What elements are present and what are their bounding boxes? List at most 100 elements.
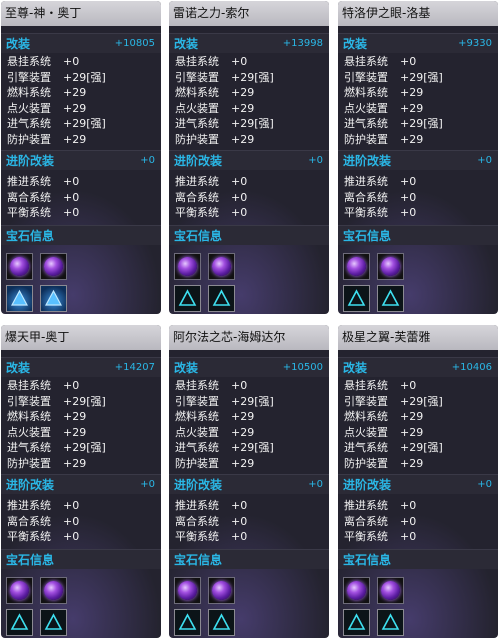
stat-name: 燃料系统 [7,410,51,423]
gem-slot[interactable] [343,285,370,312]
stat-row: 燃料系统 +29 [175,85,274,101]
stat-name: 进气系统 [7,117,51,130]
stat-value: +29[强] [400,441,443,454]
stat-row: 平衡系统 +0 [175,205,247,221]
vehicle-name: 阿尔法之芯-海姆达尔 [169,325,329,350]
empty-triangle-slot-icon [347,613,366,630]
stat-name: 燃料系统 [175,86,219,99]
stat-row: 离合系统 +0 [175,514,247,530]
stat-value: +29[强] [63,70,106,84]
stat-value: +29[强] [231,70,274,84]
stat-name: 平衡系统 [344,530,388,543]
stat-name: 进气系统 [344,441,388,454]
gem-slot[interactable] [208,577,235,604]
stat-name: 燃料系统 [175,410,219,423]
gem-slot[interactable] [208,609,235,636]
gem-slot[interactable] [377,577,404,604]
stat-value: +0 [63,190,80,204]
gem-slot[interactable] [6,609,33,636]
stat-value: +29[强] [400,70,443,84]
stat-value: +0 [400,206,417,219]
stat-name: 离合系统 [175,190,219,204]
stat-value: +0 [63,530,80,543]
gem-slot[interactable] [174,253,201,280]
stat-row: 推进系统 +0 [7,174,79,190]
stat-name: 悬挂系统 [344,379,388,392]
gem-slot[interactable] [377,253,404,280]
purple-gem-icon [178,581,197,600]
stat-value: +0 [400,499,417,512]
gem-slot[interactable] [6,577,33,604]
stat-value: +0 [231,206,248,219]
stat-name: 平衡系统 [7,530,51,543]
blue-crystal-icon [7,286,32,311]
advanced-total-value: +0 [140,479,155,490]
stat-row: 推进系统 +0 [175,174,247,190]
stat-row: 点火装置 +29 [344,425,443,441]
gem-slot[interactable] [40,577,67,604]
stat-value: +0 [231,55,248,68]
stat-row: 平衡系统 +0 [344,205,416,221]
stat-name: 防护装置 [7,456,51,470]
stat-row: 平衡系统 +0 [7,205,79,221]
modify-total-value: +13998 [282,38,323,49]
stat-row: 平衡系统 +0 [344,529,416,545]
modify-stats-list: 悬挂系统 +0 引擎装置 +29[强] 燃料系统 +29 点火装置 +29 进气系统 +29[强]… [175,378,274,471]
stat-name: 进气系统 [175,441,219,454]
stat-name: 防护装置 [344,132,388,146]
stat-name: 点火装置 [7,425,51,439]
gem-slot[interactable] [6,253,33,280]
advanced-total-value: +0 [140,155,155,166]
stat-name: 悬挂系统 [7,379,51,392]
gem-slot[interactable] [343,577,370,604]
stat-name: 悬挂系统 [175,379,219,392]
gem-slot[interactable] [40,253,67,280]
gem-slot[interactable] [208,285,235,312]
stat-row: 进气系统 +29[强] [175,440,274,456]
stat-name: 进气系统 [175,117,219,130]
gem-slot[interactable] [174,577,201,604]
advanced-stats-list: 推进系统 +0 离合系统 +0 平衡系统 +0 [7,174,79,221]
stat-value: +0 [63,175,80,188]
vehicle-name: 至尊-神・奥丁 [1,1,161,26]
modify-section-header: 改装 +13998 [169,33,329,53]
stat-row: 防护装置 +29 [7,132,106,148]
gem-slot[interactable] [40,285,67,312]
gem-slot[interactable] [174,285,201,312]
gem-slot[interactable] [343,253,370,280]
gem-slot[interactable] [343,609,370,636]
stat-value: +29 [400,86,424,99]
modify-stats-list: 悬挂系统 +0 引擎装置 +29[强] 燃料系统 +29 点火装置 +29 进气系统 +29[强]… [7,378,106,471]
gem-slot[interactable] [208,253,235,280]
modify-section-header: 改装 +14207 [1,357,161,377]
modify-section-header: 改装 +9330 [338,33,498,53]
stat-row: 推进系统 +0 [7,498,79,514]
stat-row: 平衡系统 +0 [175,529,247,545]
stat-name: 平衡系统 [175,530,219,543]
gem-slot[interactable] [174,609,201,636]
stat-row: 引擎装置 +29[强] [175,70,274,86]
stat-value: +29[强] [231,394,274,408]
advanced-stats-list: 推进系统 +0 离合系统 +0 平衡系统 +0 [344,498,416,545]
advanced-label: 进阶改装 [174,478,223,492]
gem-slot[interactable] [377,285,404,312]
advanced-total-value: +0 [308,155,323,166]
modify-total-value: +14207 [114,362,155,373]
purple-gem-icon [347,257,366,276]
stat-value: +29 [231,425,255,439]
gem-slot[interactable] [6,285,33,312]
stat-row: 离合系统 +0 [175,190,247,206]
stat-row: 防护装置 +29 [344,132,443,148]
stat-value: +0 [231,530,248,543]
stat-row: 推进系统 +0 [175,498,247,514]
gem-slot[interactable] [40,609,67,636]
stat-name: 防护装置 [344,456,388,470]
gem-slot[interactable] [377,609,404,636]
purple-gem-icon [212,257,231,276]
stat-value: +0 [400,55,417,68]
stat-value: +29 [63,132,87,146]
stat-row: 防护装置 +29 [7,456,106,472]
stat-value: +29 [63,86,87,99]
stat-name: 推进系统 [344,499,388,512]
stat-value: +29 [231,101,255,115]
